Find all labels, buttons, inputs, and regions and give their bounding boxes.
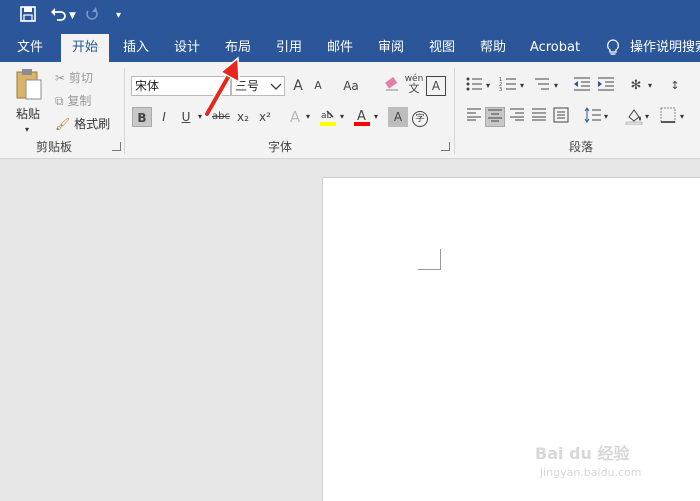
paste-icon bbox=[16, 69, 42, 100]
clipboard-launcher-icon[interactable] bbox=[112, 142, 121, 151]
copy-button[interactable]: ⧉ 复制 bbox=[55, 93, 91, 109]
highlight-dropdown-icon[interactable]: ▾ bbox=[340, 109, 344, 125]
highlight-icon[interactable]: ab bbox=[318, 107, 338, 127]
cut-label: 剪切 bbox=[68, 71, 93, 85]
multilevel-dropdown-icon[interactable]: ▾ bbox=[554, 78, 558, 94]
align-left-icon[interactable] bbox=[464, 107, 484, 127]
text-effects-icon[interactable]: A bbox=[285, 107, 305, 127]
svg-text:ab: ab bbox=[321, 111, 333, 121]
borders-dropdown-icon[interactable]: ▾ bbox=[680, 109, 684, 125]
asian-layout-dropdown-icon[interactable]: ▾ bbox=[648, 78, 652, 94]
line-spacing-dropdown-icon[interactable]: ▾ bbox=[604, 109, 608, 125]
annotation-arrow-icon bbox=[203, 56, 240, 118]
text-effects-dropdown-icon[interactable]: ▾ bbox=[306, 109, 310, 125]
grow-font-button[interactable]: A bbox=[288, 76, 308, 96]
shading-dropdown-icon[interactable]: ▾ bbox=[645, 109, 649, 125]
clear-formatting-icon[interactable] bbox=[382, 76, 402, 96]
cut-button[interactable]: ✂ 剪切 bbox=[55, 70, 93, 86]
tab-help[interactable]: 帮助 bbox=[471, 34, 515, 62]
format-painter-button[interactable]: 🖌 格式刷 bbox=[55, 116, 110, 132]
watermark-url: jingyan.baidu.com bbox=[540, 466, 642, 479]
paintbrush-icon: 🖌 bbox=[55, 117, 71, 131]
undo-dropdown-icon[interactable]: ▼ bbox=[69, 6, 76, 26]
clipboard-group-label: 剪贴板 bbox=[36, 140, 73, 154]
scissors-icon: ✂ bbox=[55, 71, 66, 85]
ribbon-home: 粘贴 ▾ ✂ 剪切 ⧉ 复制 🖌 格式刷 剪贴板 宋体 三号 A A Aa wé… bbox=[0, 62, 700, 159]
tab-insert[interactable]: 插入 bbox=[114, 34, 158, 62]
font-launcher-icon[interactable] bbox=[441, 142, 450, 151]
paste-button[interactable]: 粘贴 ▾ bbox=[10, 68, 48, 138]
chevron-down-icon bbox=[268, 77, 284, 95]
numbering-icon[interactable]: 123 bbox=[498, 76, 518, 96]
margin-corner-mark bbox=[418, 249, 441, 270]
copy-icon: ⧉ bbox=[55, 94, 64, 108]
bullets-dropdown-icon[interactable]: ▾ bbox=[486, 78, 490, 94]
superscript-button[interactable]: x² bbox=[255, 107, 275, 127]
underline-button[interactable]: U bbox=[176, 107, 196, 127]
tab-acrobat[interactable]: Acrobat bbox=[526, 34, 584, 62]
align-center-icon[interactable] bbox=[485, 107, 505, 127]
enclose-characters-button[interactable]: 字 bbox=[410, 107, 430, 127]
justify-icon[interactable] bbox=[529, 107, 549, 127]
tell-me-search[interactable]: 操作说明搜索 bbox=[630, 34, 700, 62]
italic-button[interactable]: I bbox=[154, 107, 174, 127]
redo-icon bbox=[84, 6, 100, 27]
copy-label: 复制 bbox=[67, 94, 92, 108]
tab-view[interactable]: 视图 bbox=[420, 34, 464, 62]
phonetic-bottom: 文 bbox=[408, 82, 420, 95]
align-right-icon[interactable] bbox=[507, 107, 527, 127]
bold-button[interactable]: B bbox=[132, 107, 152, 127]
document-page[interactable] bbox=[322, 177, 700, 501]
tab-references[interactable]: 引用 bbox=[267, 34, 311, 62]
distributed-icon[interactable] bbox=[551, 107, 571, 127]
customize-qat-icon[interactable]: ▾ bbox=[116, 6, 121, 26]
undo-icon[interactable] bbox=[50, 6, 68, 27]
quick-access-toolbar: ▼ ▾ bbox=[0, 0, 700, 34]
separator bbox=[454, 68, 455, 154]
enclose-char: 字 bbox=[412, 111, 428, 127]
shrink-font-button[interactable]: A bbox=[308, 76, 328, 96]
font-color-dropdown-icon[interactable]: ▾ bbox=[374, 109, 378, 125]
separator bbox=[124, 68, 125, 154]
tab-file[interactable]: 文件 bbox=[8, 34, 52, 62]
paragraph-group-label: 段落 bbox=[569, 140, 594, 154]
character-border-button[interactable]: A bbox=[426, 76, 446, 96]
change-case-button[interactable]: Aa bbox=[338, 76, 364, 96]
save-icon[interactable] bbox=[20, 6, 36, 27]
asian-layout-icon[interactable]: ✻ bbox=[626, 76, 646, 96]
character-shading-button[interactable]: A bbox=[388, 107, 408, 127]
paste-label: 粘贴 bbox=[16, 107, 41, 121]
font-group-label: 字体 bbox=[268, 140, 293, 154]
tab-review[interactable]: 审阅 bbox=[369, 34, 413, 62]
borders-icon[interactable] bbox=[658, 107, 678, 127]
svg-text:A: A bbox=[357, 109, 366, 124]
increase-indent-icon[interactable] bbox=[596, 76, 616, 96]
line-spacing-icon[interactable] bbox=[583, 107, 603, 127]
phonetic-guide-button[interactable]: wén 文 bbox=[404, 74, 424, 94]
sort-icon[interactable]: ↕ bbox=[665, 76, 685, 96]
tab-mailings[interactable]: 邮件 bbox=[318, 34, 362, 62]
numbering-dropdown-icon[interactable]: ▾ bbox=[520, 78, 524, 94]
lightbulb-icon[interactable] bbox=[604, 34, 622, 62]
ribbon-tabs: 文件 开始 插入 设计 布局 引用 邮件 审阅 视图 帮助 Acrobat 操作… bbox=[0, 34, 700, 62]
svg-text:3: 3 bbox=[499, 87, 502, 92]
multilevel-list-icon[interactable] bbox=[532, 76, 552, 96]
shading-icon[interactable] bbox=[624, 107, 644, 127]
paste-dropdown-icon: ▾ bbox=[25, 125, 30, 134]
font-name-value: 宋体 bbox=[135, 79, 160, 93]
watermark-logo: Bai du 经验 bbox=[535, 444, 630, 463]
decrease-indent-icon[interactable] bbox=[572, 76, 592, 96]
bullets-icon[interactable] bbox=[464, 76, 484, 96]
font-color-icon[interactable]: A bbox=[352, 107, 372, 127]
format-painter-label: 格式刷 bbox=[74, 117, 111, 131]
tab-home[interactable]: 开始 bbox=[61, 34, 109, 62]
